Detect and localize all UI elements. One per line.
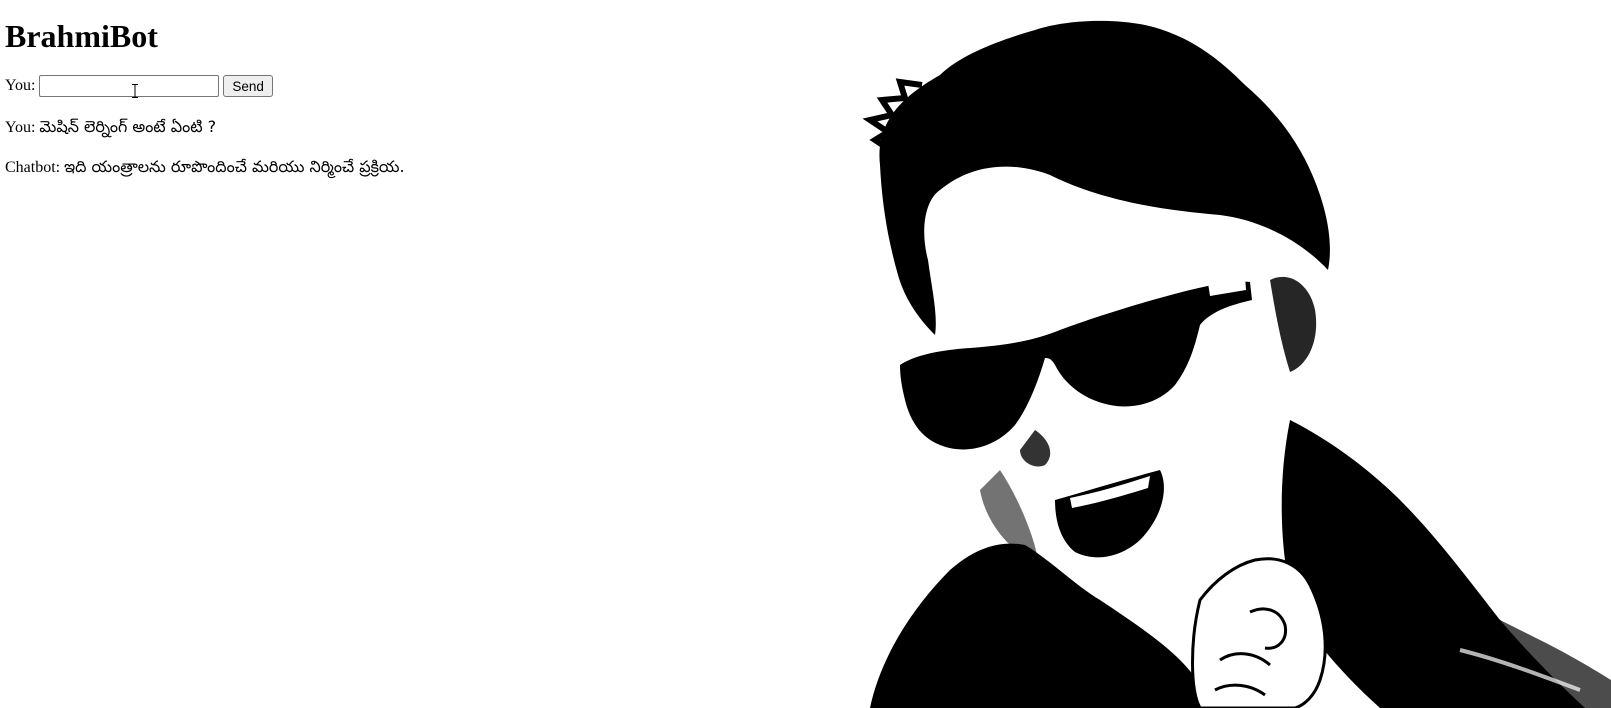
text-cursor-icon	[132, 84, 138, 98]
bot-message: Chatbot: ఇది యంత్రాలను రూపొందించే మరియు …	[5, 156, 825, 179]
input-label: You:	[5, 77, 36, 94]
user-message-text: మెషిన్ లెర్నింగ్ అంటే ఏంటి ?	[39, 117, 217, 136]
portrait-image	[862, 20, 1611, 708]
message-input[interactable]	[39, 75, 220, 97]
user-speaker-label: You:	[5, 119, 36, 136]
page-title: BrahmiBot	[5, 18, 158, 54]
chat-page: BrahmiBot You: Send You: మెషిన్ లెర్నింగ…	[5, 0, 825, 179]
input-row: You: Send	[5, 74, 825, 98]
bot-message-text: ఇది యంత్రాలను రూపొందించే మరియు నిర్మించే…	[64, 157, 405, 176]
send-button[interactable]: Send	[223, 75, 273, 97]
sunglasses-shape	[900, 281, 1252, 450]
user-message: You: మెషిన్ లెర్నింగ్ అంటే ఏంటి ?	[5, 116, 825, 139]
hair-shape	[879, 20, 1330, 335]
hand-shape	[1191, 557, 1327, 708]
bot-speaker-label: Chatbot:	[5, 159, 61, 176]
shirt-shape	[870, 543, 1210, 708]
